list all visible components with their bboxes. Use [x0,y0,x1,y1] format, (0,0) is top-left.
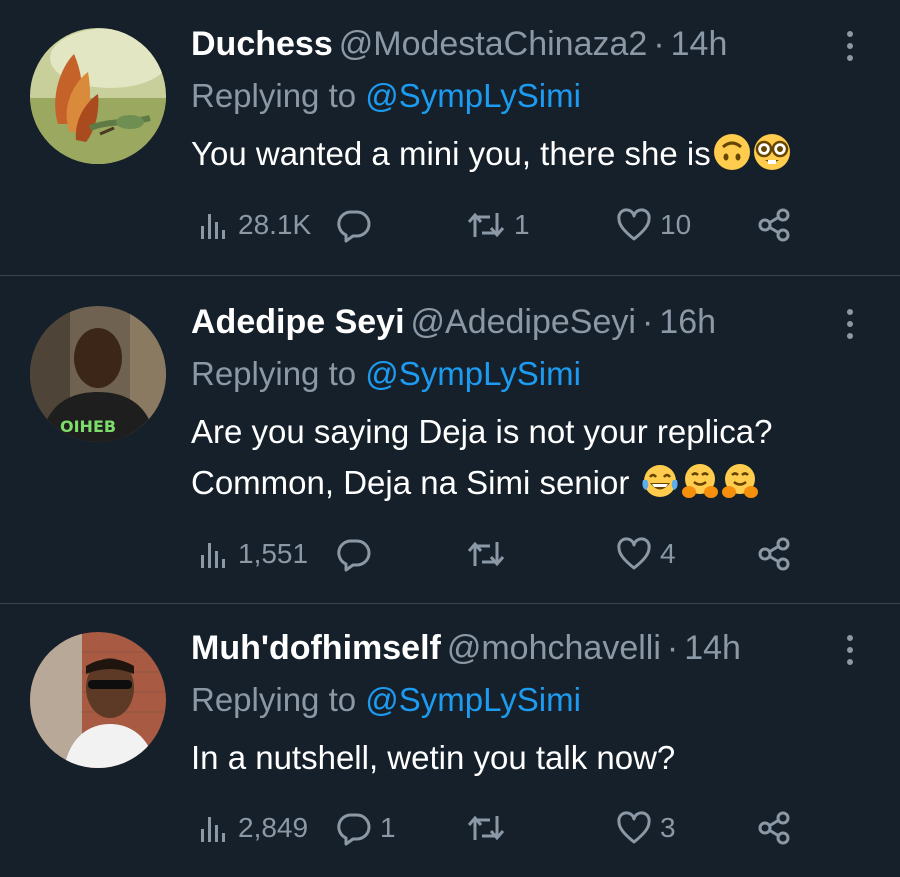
tweet-actions: 1,551 4 [196,534,816,574]
more-options-icon[interactable] [842,306,858,342]
more-options-icon[interactable] [842,28,858,64]
retweet-button[interactable]: 1 [466,205,530,245]
mention-link[interactable]: @SympLySimi [365,355,581,392]
tweet[interactable]: OIHEB Adedipe Seyi @AdedipeSeyi · 16h Reply… [0,276,900,604]
replying-to-label: Replying to [191,355,366,392]
tweet-text-content: In a nutshell, wetin you talk now? [191,739,676,776]
tweet-actions: 2,849 1 3 [196,808,816,848]
replying-to-line: Replying to @SympLySimi [191,678,880,722]
views-icon [201,817,225,842]
views-count: 2,849 [238,812,309,843]
nerd-face-emoji-icon [753,134,790,170]
share-icon [758,811,790,845]
tweet-text: You wanted a mini you, there she is [191,128,880,179]
like-count: 10 [660,209,692,240]
reply-icon [337,539,371,572]
user-handle[interactable]: @ModestaChinaza2 [339,25,648,63]
retweet-icon [467,541,505,567]
avatar[interactable] [30,632,166,768]
tweet-header: Muh'dofhimself @mohchavelli · 14h [191,626,880,670]
like-button[interactable]: 4 [616,534,676,574]
tweet-body: Adedipe Seyi @AdedipeSeyi · 16h Replying to… [191,300,880,508]
views-count: 28.1K [238,209,312,240]
upside-down-face-emoji-icon [713,134,750,170]
views-icon [201,543,225,568]
reply-button[interactable] [336,534,380,574]
like-count: 4 [660,538,676,569]
tweet-text: In a nutshell, wetin you talk now? [191,732,880,783]
user-handle[interactable]: @AdedipeSeyi [411,303,636,341]
tears-of-joy-emoji-icon [641,465,678,497]
avatar[interactable] [30,28,166,164]
reply-icon [337,210,371,243]
like-count: 3 [660,812,676,843]
display-name[interactable]: Duchess [191,25,333,63]
reply-button[interactable] [336,205,380,245]
reply-feed: Duchess @ModestaChinaza2 · 14h Replying to … [0,0,900,877]
views-button[interactable]: 28.1K [196,205,311,245]
user-handle[interactable]: @mohchavelli [447,629,661,667]
share-button[interactable] [756,534,792,574]
tweet-text-line-with-emoji: Common, Deja na Simi senior [191,457,880,508]
tweet[interactable]: Duchess @ModestaChinaza2 · 14h Replying to … [0,0,900,276]
avatar[interactable]: OIHEB [30,306,166,442]
tweet-header: Duchess @ModestaChinaza2 · 14h [191,22,880,66]
separator-dot: · [666,629,679,667]
reply-count: 1 [380,812,396,843]
replying-to-label: Replying to [191,681,366,718]
replying-to-label: Replying to [191,77,366,114]
like-button[interactable]: 10 [616,205,691,245]
like-icon [617,811,651,844]
display-name[interactable]: Muh'dofhimself [191,629,441,667]
views-count: 1,551 [238,538,309,569]
timestamp[interactable]: 14h [671,25,728,63]
tweet-text-content: You wanted a mini you, there she is [191,135,711,172]
retweet-button[interactable] [466,808,514,848]
like-button[interactable]: 3 [616,808,676,848]
tweet-actions: 28.1K 1 10 [196,205,816,245]
share-button[interactable] [756,205,792,245]
tweet-body: Muh'dofhimself @mohchavelli · 14h Replying … [191,626,880,783]
replying-to-line: Replying to @SympLySimi [191,74,880,118]
tweet[interactable]: Muh'dofhimself @mohchavelli · 14h Replying … [0,604,900,877]
views-button[interactable]: 2,849 [196,808,308,848]
retweet-icon [467,815,505,841]
reply-button[interactable]: 1 [336,808,396,848]
tweet-header: Adedipe Seyi @AdedipeSeyi · 16h [191,300,880,344]
mention-link[interactable]: @SympLySimi [365,77,581,114]
reply-icon [337,813,371,846]
share-button[interactable] [756,808,792,848]
svg-text:OIHEB: OIHEB [60,417,116,436]
tweet-text-line: Common, Deja na Simi senior [191,464,639,501]
separator-dot: · [641,303,654,341]
retweet-count: 1 [514,209,530,240]
mention-link[interactable]: @SympLySimi [365,681,581,718]
display-name[interactable]: Adedipe Seyi [191,303,405,341]
like-icon [617,208,651,241]
views-button[interactable]: 1,551 [196,534,308,574]
hugging-face-emoji-icon [721,464,758,498]
hugging-face-emoji-icon [681,464,718,498]
share-icon [758,208,790,242]
views-icon [201,214,225,239]
tweet-body: Duchess @ModestaChinaza2 · 14h Replying to … [191,22,880,179]
timestamp[interactable]: 14h [684,629,741,667]
replying-to-line: Replying to @SympLySimi [191,352,880,396]
share-icon [758,537,790,571]
retweet-icon [467,212,505,238]
separator-dot: · [653,25,665,63]
like-icon [617,537,651,570]
retweet-button[interactable] [466,534,514,574]
tweet-text: Are you saying Deja is not your replica?… [191,406,880,508]
timestamp[interactable]: 16h [659,303,716,341]
tweet-text-line: Are you saying Deja is not your replica? [191,413,773,450]
more-options-icon[interactable] [842,632,858,668]
